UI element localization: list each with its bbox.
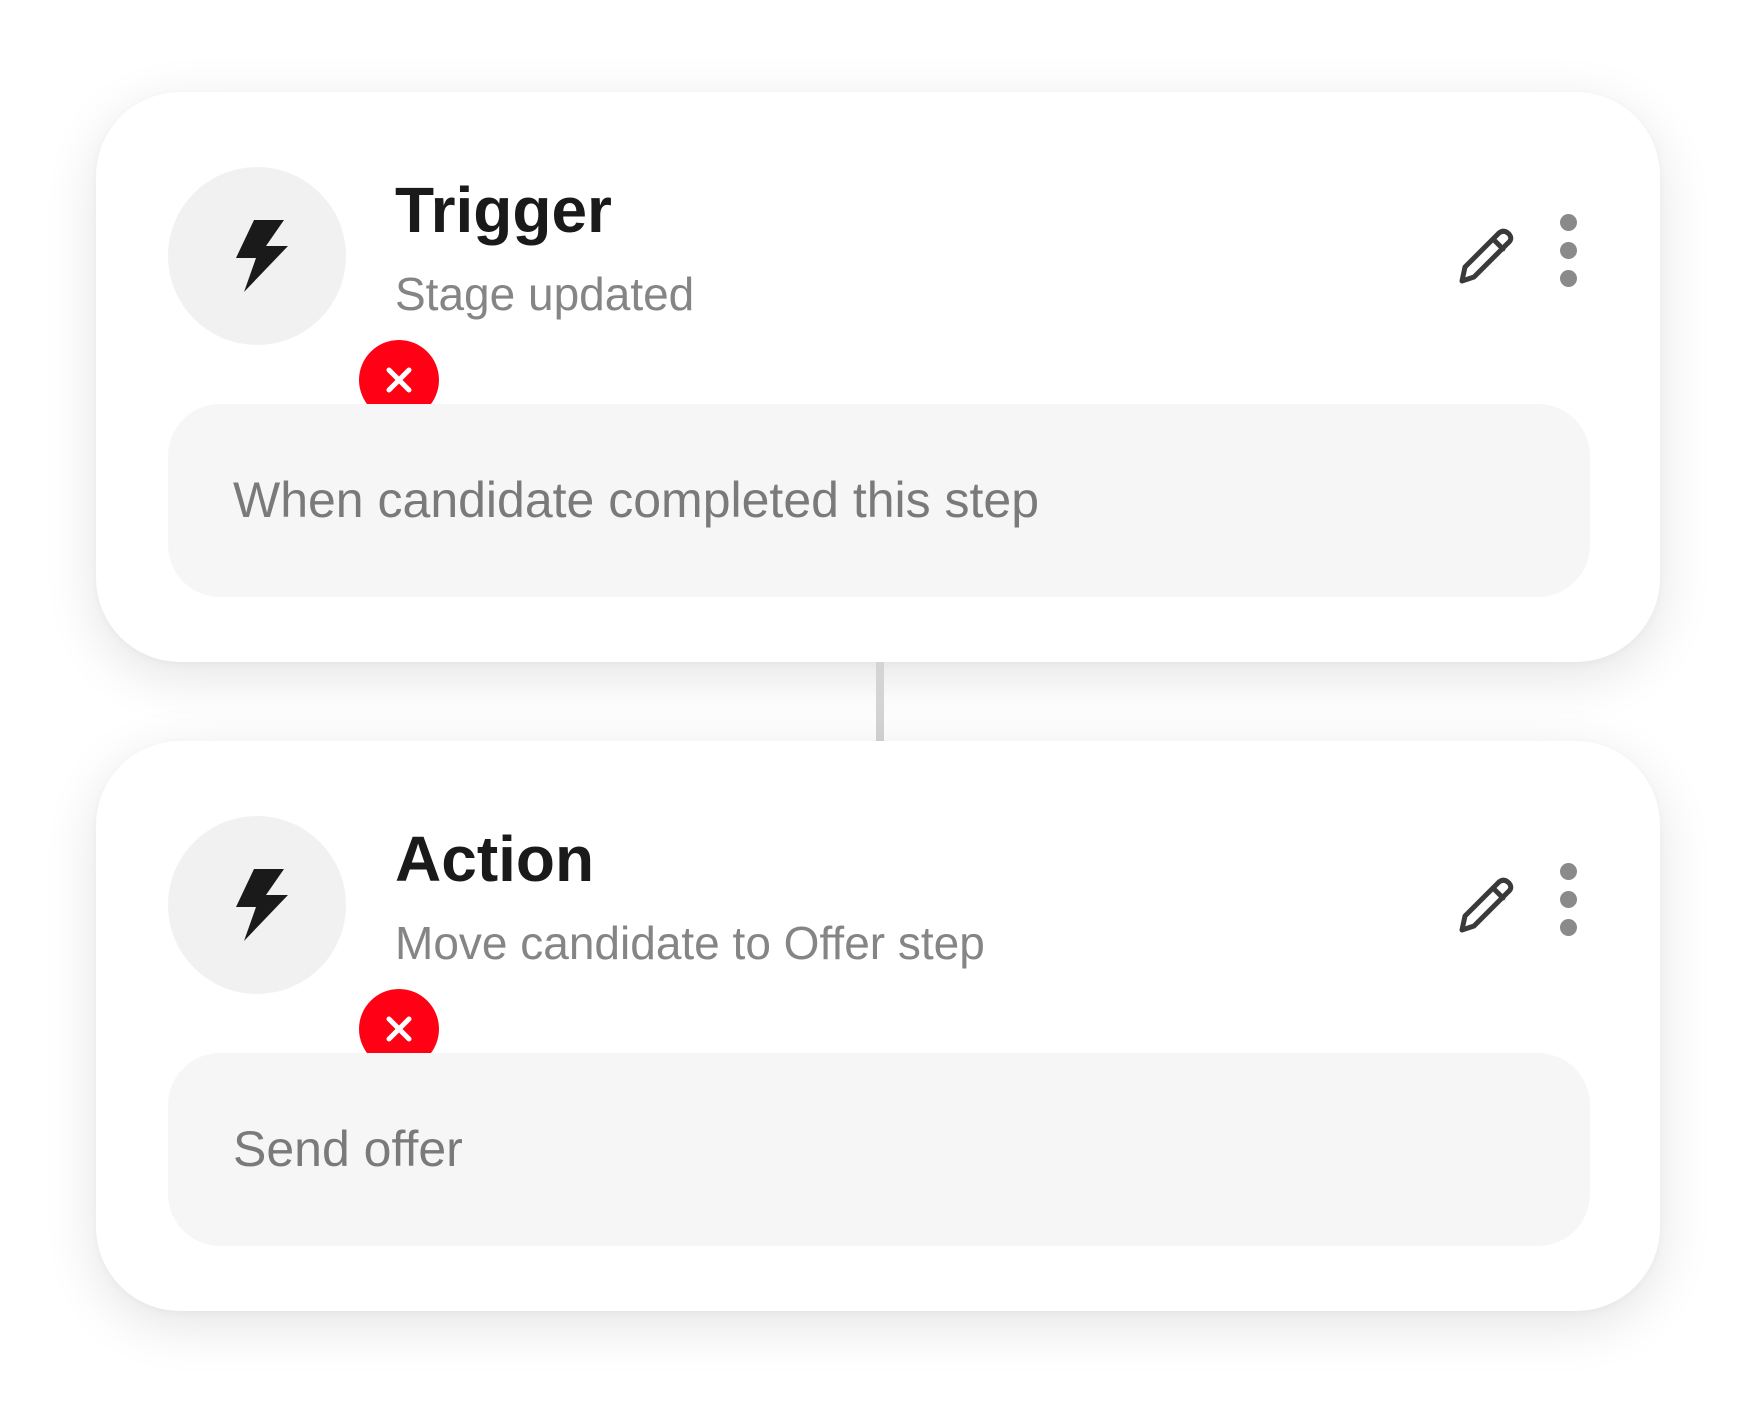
action-card[interactable]: Action Move candidate to Offer step Send…	[96, 741, 1660, 1311]
more-dot	[1560, 270, 1577, 287]
step-icon-container	[168, 816, 439, 1069]
error-x-icon	[386, 367, 412, 393]
step-title: Trigger	[395, 174, 612, 246]
step-title: Action	[395, 823, 595, 895]
edit-button[interactable]	[1452, 223, 1518, 289]
more-dot	[1560, 242, 1577, 259]
pencil-icon	[1459, 228, 1514, 284]
more-options-button[interactable]	[1554, 863, 1584, 947]
trigger-card[interactable]: Trigger Stage updated When candidate com…	[96, 92, 1660, 662]
step-subtitle: Stage updated	[395, 268, 695, 320]
lightning-bolt-icon	[236, 869, 288, 941]
step-detail-box[interactable]: When candidate completed this step	[168, 404, 1590, 597]
edit-button[interactable]	[1452, 872, 1518, 938]
error-x-icon	[386, 1016, 412, 1042]
more-vertical-icon	[1560, 214, 1577, 231]
more-dot	[1560, 919, 1577, 936]
step-icon-container	[168, 167, 439, 420]
pencil-icon	[1459, 877, 1514, 933]
more-vertical-icon	[1560, 863, 1577, 880]
workflow-canvas: Trigger Stage updated When candidate com…	[0, 0, 1760, 1416]
step-subtitle: Move candidate to Offer step	[395, 917, 985, 969]
more-dot	[1560, 891, 1577, 908]
step-detail-box[interactable]: Send offer	[168, 1053, 1590, 1246]
more-options-button[interactable]	[1554, 214, 1584, 298]
step-detail-text: When candidate completed this step	[233, 472, 1040, 528]
lightning-bolt-icon	[236, 220, 288, 292]
step-connector	[876, 662, 884, 741]
step-detail-text: Send offer	[233, 1121, 463, 1177]
